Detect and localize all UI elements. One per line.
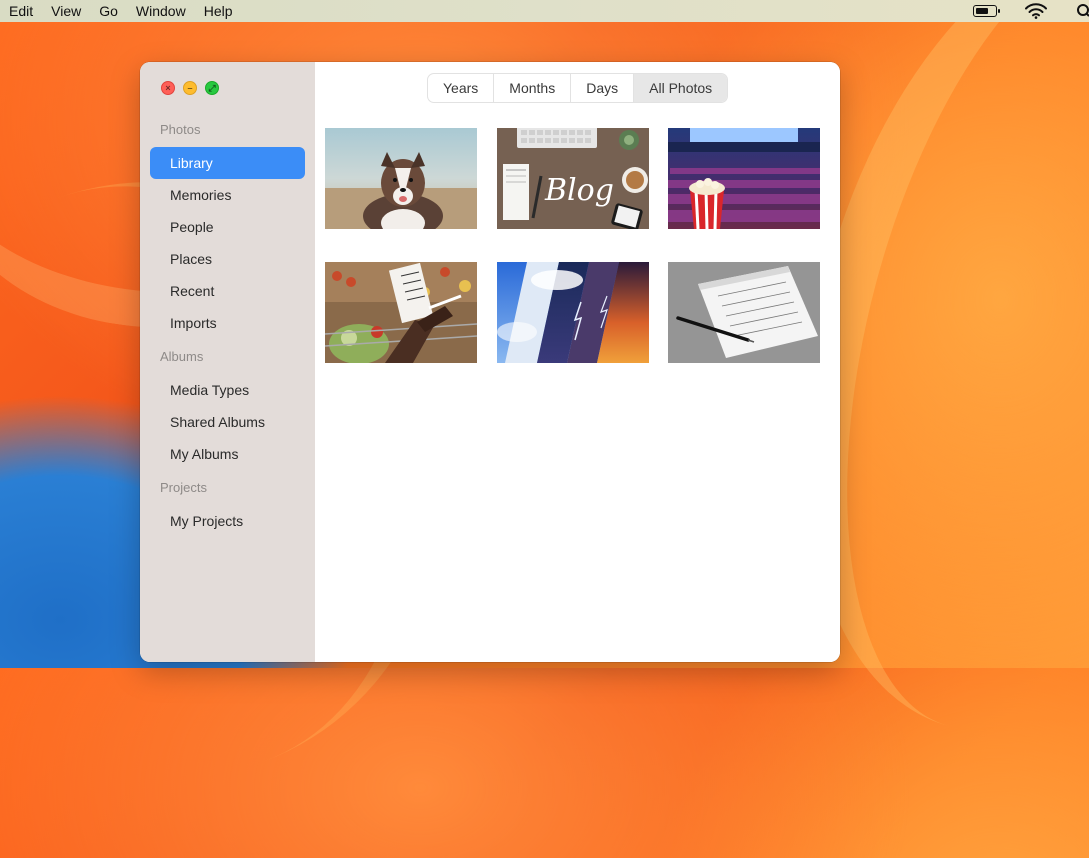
close-icon[interactable]: × bbox=[161, 81, 175, 95]
photo-thumbnail-grocery[interactable] bbox=[325, 262, 477, 363]
section-title-photos: Photos bbox=[160, 122, 200, 137]
view-switcher: Years Months Days All Photos bbox=[427, 73, 728, 103]
sidebar-item-shared-albums[interactable]: Shared Albums bbox=[150, 406, 305, 438]
menu-view[interactable]: View bbox=[42, 0, 90, 22]
search-icon[interactable] bbox=[1075, 3, 1089, 19]
wifi-icon[interactable] bbox=[1025, 3, 1047, 19]
sidebar-item-library[interactable]: Library bbox=[150, 147, 305, 179]
menu-bar: Edit View Go Window Help bbox=[0, 0, 1089, 22]
photos-window: × – ⤢ Photos Library Memories People Pla… bbox=[140, 62, 840, 662]
window-controls: × – ⤢ bbox=[161, 81, 219, 95]
tab-days[interactable]: Days bbox=[571, 74, 634, 102]
photo-thumbnail-weather[interactable] bbox=[497, 262, 649, 363]
sidebar-item-imports[interactable]: Imports bbox=[150, 307, 305, 339]
photo-thumbnail-cinema[interactable] bbox=[668, 128, 820, 229]
sidebar-item-recent[interactable]: Recent bbox=[150, 275, 305, 307]
photo-grid-area: Years Months Days All Photos bbox=[315, 62, 840, 662]
sidebar: × – ⤢ Photos Library Memories People Pla… bbox=[140, 62, 315, 662]
photo-thumbnail-dog[interactable] bbox=[325, 128, 477, 229]
sidebar-item-my-albums[interactable]: My Albums bbox=[150, 438, 305, 470]
tab-months[interactable]: Months bbox=[494, 74, 571, 102]
tab-years[interactable]: Years bbox=[428, 74, 494, 102]
menu-help[interactable]: Help bbox=[195, 0, 242, 22]
tab-all-photos[interactable]: All Photos bbox=[634, 74, 727, 102]
section-title-albums: Albums bbox=[160, 349, 203, 364]
sidebar-item-people[interactable]: People bbox=[150, 211, 305, 243]
svg-text:Blog: Blog bbox=[544, 173, 614, 208]
zoom-icon[interactable]: ⤢ bbox=[205, 81, 219, 95]
sidebar-item-my-projects[interactable]: My Projects bbox=[150, 505, 305, 537]
photo-thumbnail-notepad[interactable] bbox=[668, 262, 820, 363]
minimize-icon[interactable]: – bbox=[183, 81, 197, 95]
battery-icon[interactable] bbox=[973, 5, 997, 17]
sidebar-item-media-types[interactable]: Media Types bbox=[150, 374, 305, 406]
photo-thumbnail-blog-desk[interactable]: Blog bbox=[497, 128, 649, 229]
status-area bbox=[973, 0, 1089, 22]
sidebar-item-memories[interactable]: Memories bbox=[150, 179, 305, 211]
menu-go[interactable]: Go bbox=[90, 0, 127, 22]
menu-edit[interactable]: Edit bbox=[0, 0, 42, 22]
sidebar-item-places[interactable]: Places bbox=[150, 243, 305, 275]
section-title-projects: Projects bbox=[160, 480, 207, 495]
menu-window[interactable]: Window bbox=[127, 0, 195, 22]
